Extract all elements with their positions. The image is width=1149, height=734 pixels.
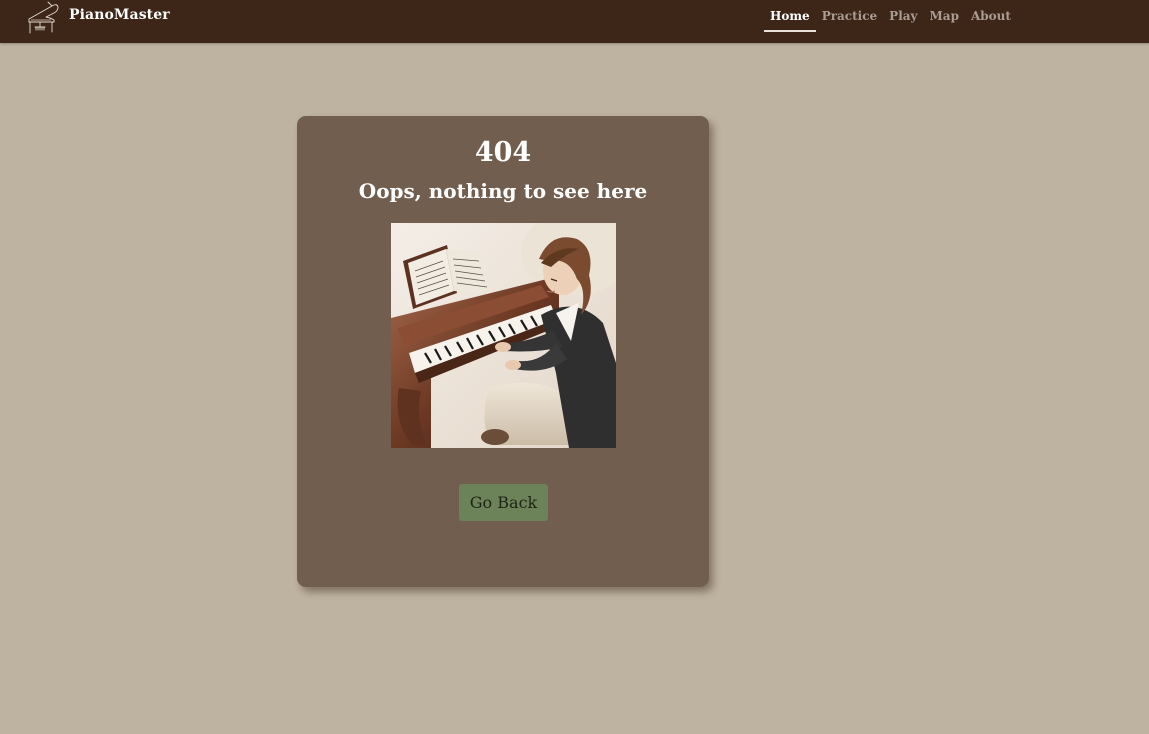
nav-link-play[interactable]: Play: [883, 0, 923, 32]
piano-icon: [28, 1, 59, 34]
nav-link-home[interactable]: Home: [764, 0, 816, 32]
nav-link-practice[interactable]: Practice: [816, 0, 883, 32]
go-back-button[interactable]: Go Back: [459, 484, 548, 521]
nav-link-about[interactable]: About: [965, 0, 1017, 32]
brand-name: PianoMaster: [69, 7, 170, 23]
error-card: 404 Oops, nothing to see here Go Back: [297, 116, 709, 587]
brand[interactable]: PianoMaster: [26, 0, 170, 36]
woman-playing-piano-illustration: [391, 223, 616, 448]
nav-link-map[interactable]: Map: [924, 0, 965, 32]
error-code: 404: [474, 137, 532, 168]
navbar: PianoMaster Home Practice Play Map About: [0, 0, 1149, 43]
main-nav: Home Practice Play Map About: [764, 0, 1017, 32]
error-message: Oops, nothing to see here: [358, 179, 648, 203]
